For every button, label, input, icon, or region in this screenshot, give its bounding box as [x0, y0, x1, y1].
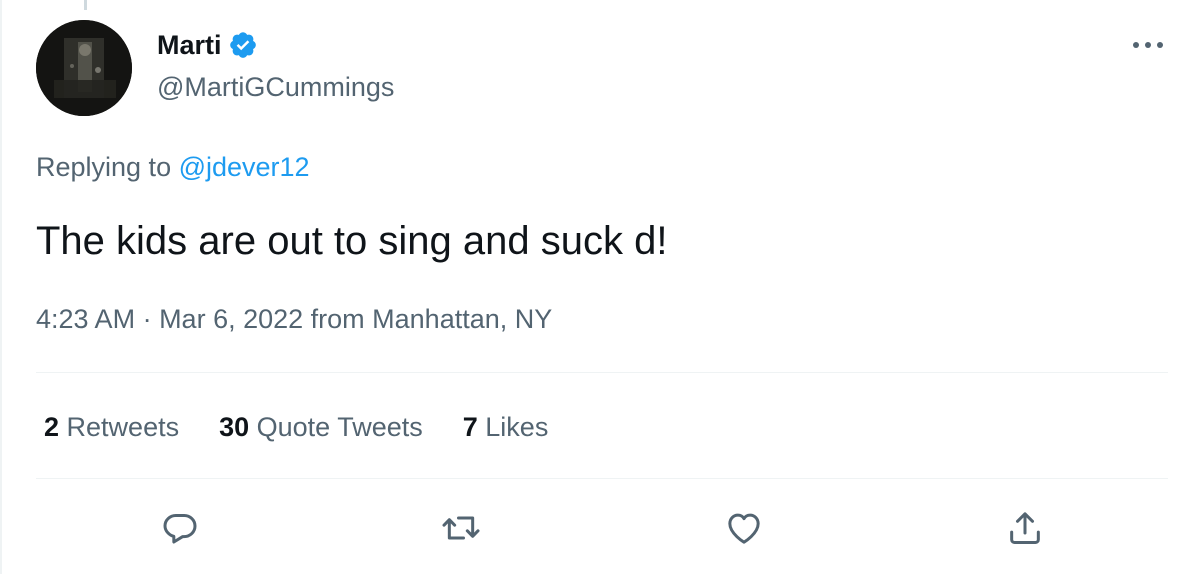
- reply-button[interactable]: [154, 502, 206, 554]
- meta-separator: ·: [135, 304, 160, 334]
- quote-tweets-label: Quote Tweets: [249, 412, 423, 442]
- tweet-date[interactable]: Mar 6, 2022: [159, 304, 303, 334]
- likes-stat[interactable]: 7 Likes: [463, 410, 549, 444]
- tweet-text: The kids are out to sing and suck d!: [36, 219, 668, 263]
- like-button[interactable]: [718, 502, 770, 554]
- retweet-button[interactable]: [435, 502, 487, 554]
- left-border: [0, 0, 2, 574]
- author-name-row[interactable]: Marti: [157, 28, 258, 62]
- action-bar: [0, 502, 1190, 558]
- thread-connector-line: [84, 0, 87, 10]
- more-horizontal-icon: [1133, 42, 1163, 48]
- avatar[interactable]: [36, 20, 132, 116]
- divider: [36, 478, 1168, 479]
- quote-tweets-count: 30: [219, 412, 250, 442]
- retweet-icon: [442, 516, 480, 540]
- retweets-label: Retweets: [59, 412, 180, 442]
- tweet-time[interactable]: 4:23 AM: [36, 304, 135, 334]
- author-handle[interactable]: @MartiGCummings: [157, 70, 394, 104]
- tweet-location: from Manhattan, NY: [303, 304, 553, 334]
- more-options-button[interactable]: [1128, 30, 1168, 60]
- tweet-meta: 4:23 AM · Mar 6, 2022 from Manhattan, NY: [36, 302, 552, 336]
- likes-count: 7: [462, 412, 478, 442]
- reply-icon: [163, 514, 197, 544]
- likes-label: Likes: [477, 412, 549, 442]
- replying-to-handle-link[interactable]: @jdever12: [179, 152, 310, 182]
- author-name[interactable]: Marti: [157, 28, 222, 62]
- retweets-count: 2: [44, 412, 60, 442]
- avatar-photo: [36, 20, 132, 116]
- retweets-stat[interactable]: 2 Retweets: [44, 410, 179, 444]
- verified-badge-icon: [228, 30, 258, 60]
- replying-to-line: Replying to @jdever12: [36, 150, 310, 184]
- quote-tweets-stat[interactable]: 30 Quote Tweets: [219, 410, 423, 444]
- engagement-stats: 2 Retweets 30 Quote Tweets 7 Likes: [44, 410, 548, 444]
- heart-icon: [728, 513, 760, 544]
- divider: [36, 372, 1168, 373]
- replying-to-prefix: Replying to: [36, 152, 179, 182]
- share-button[interactable]: [999, 502, 1051, 554]
- share-icon: [1010, 512, 1040, 544]
